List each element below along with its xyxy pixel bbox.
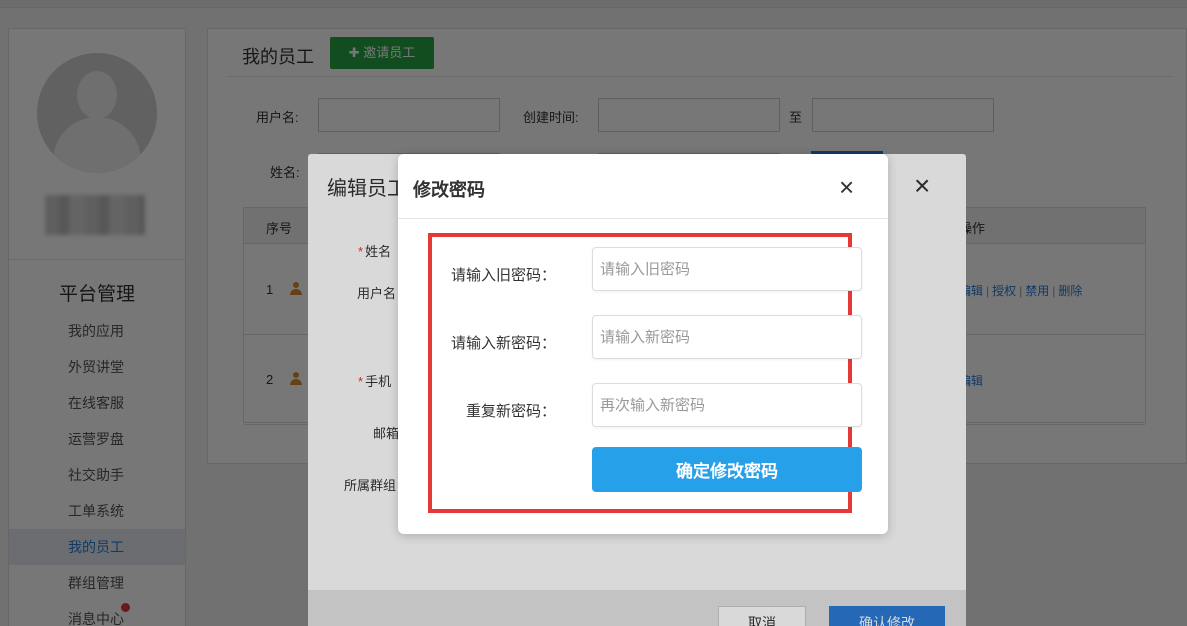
repeat-password-label: 重复新密码： [465, 403, 556, 420]
dialog-header-divider [398, 218, 888, 219]
highlight-box: 请输入旧密码： 请输入新密码： 重复新密码： 确定修改密码 [428, 233, 862, 513]
old-password-label: 请输入旧密码： [450, 267, 556, 284]
password-dialog-title: 修改密码 [413, 180, 485, 200]
close-icon[interactable]: × [839, 173, 854, 201]
change-password-dialog: 修改密码 × 请输入旧密码： 请输入新密码： 重复新密码： 确定修改密码 [398, 154, 888, 534]
old-password-input[interactable] [592, 247, 862, 291]
new-password-label: 请输入新密码： [450, 335, 556, 352]
repeat-password-input[interactable] [592, 383, 862, 427]
new-password-input[interactable] [592, 315, 862, 359]
confirm-change-password-button[interactable]: 确定修改密码 [592, 447, 862, 492]
